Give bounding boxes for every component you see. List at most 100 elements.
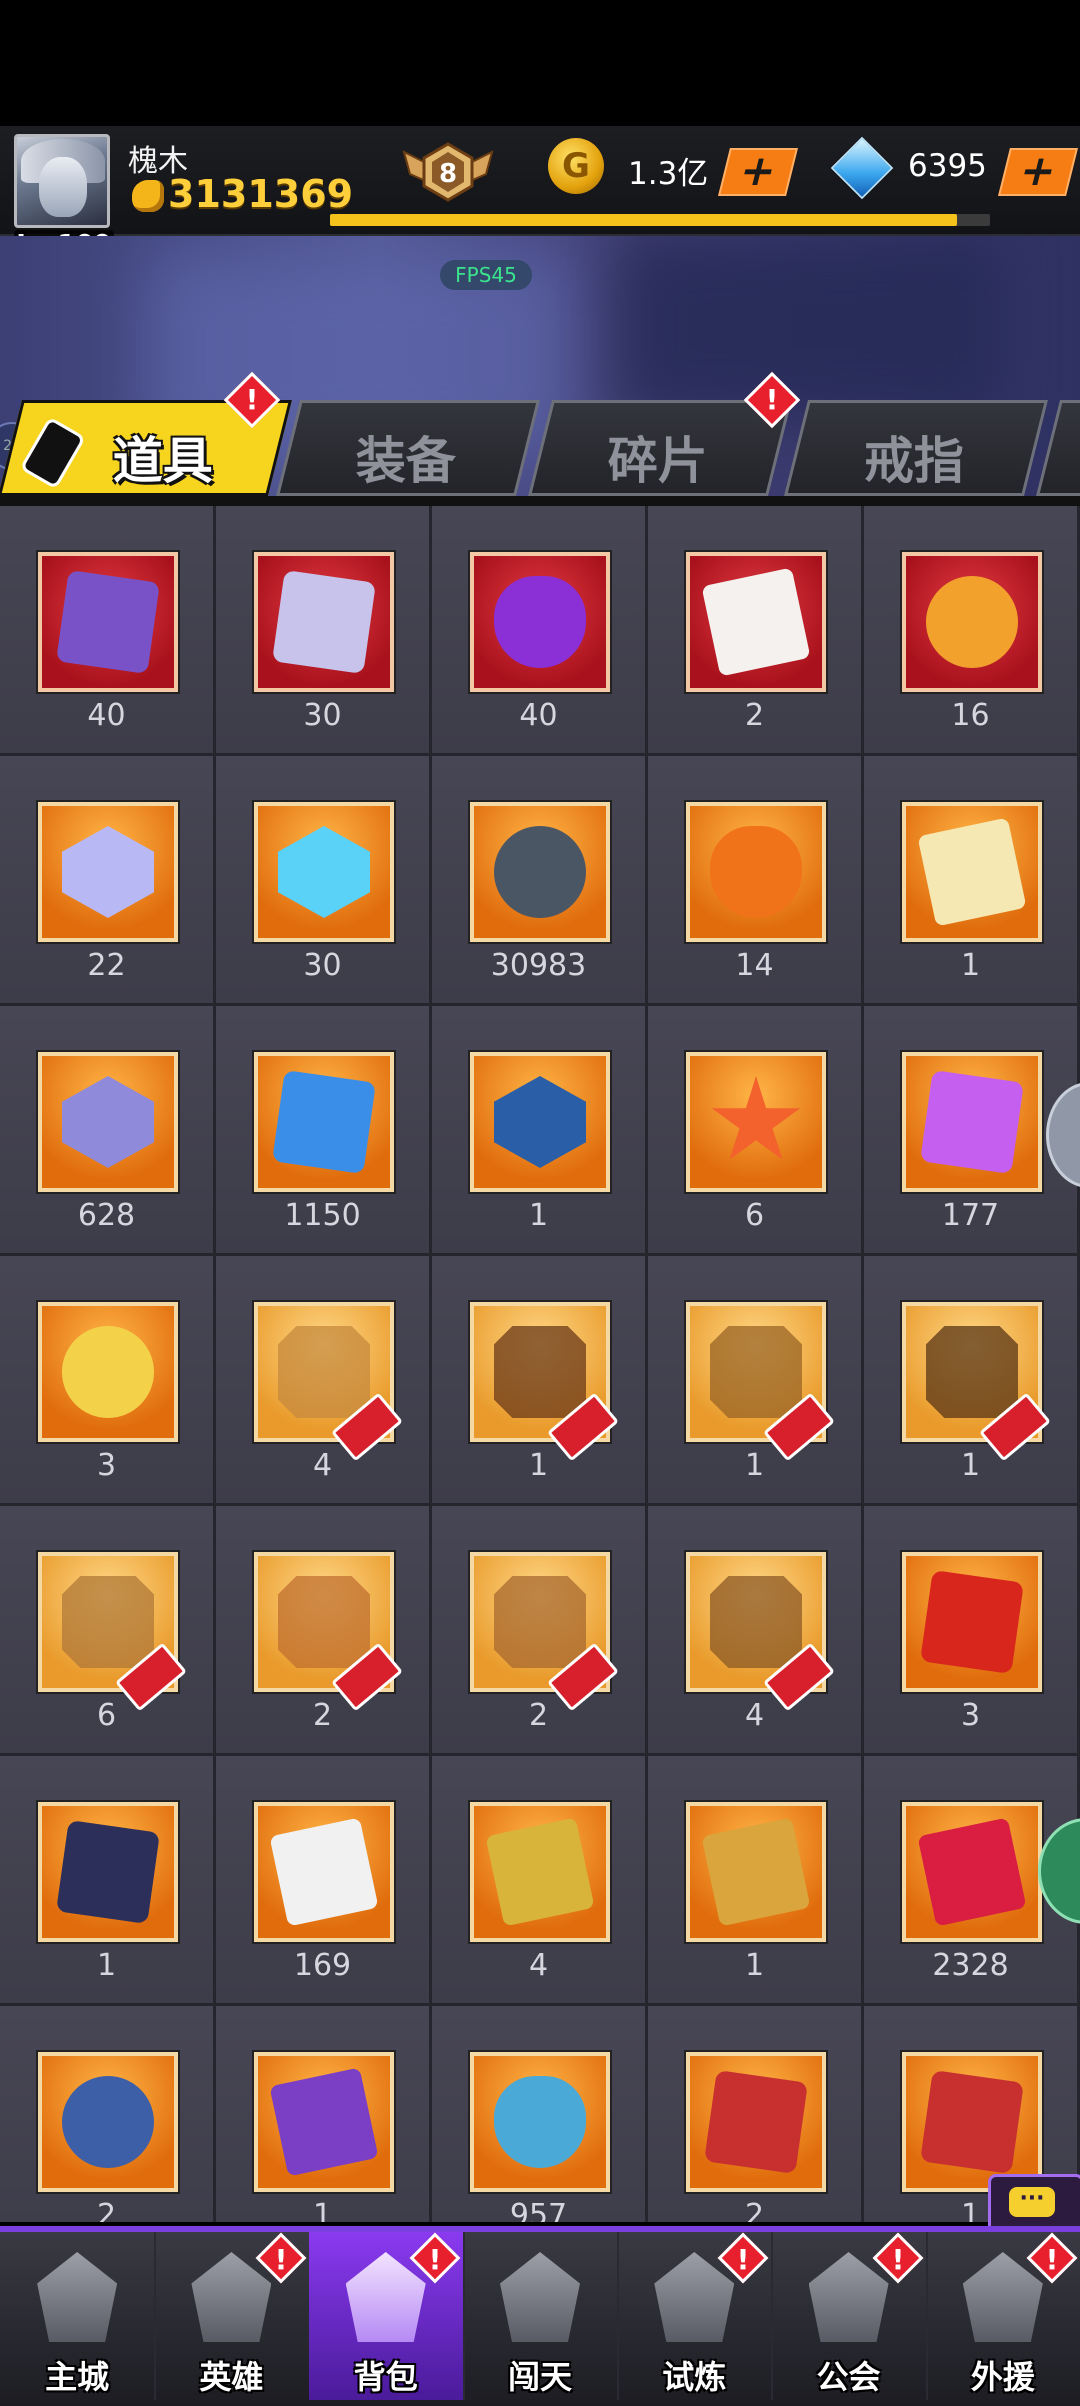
- city-icon: [37, 2252, 118, 2342]
- nav-item-guild[interactable]: 公会!: [771, 2232, 928, 2400]
- burst-fragment-icon: [278, 1576, 370, 1668]
- tab-equipment[interactable]: 装备: [276, 400, 540, 496]
- item-count: 957: [509, 2198, 568, 2222]
- item-count: 169: [293, 1948, 352, 1983]
- gold-map-icon: [701, 1817, 811, 1927]
- figure-fragment-icon: [710, 1576, 802, 1668]
- fist-power-icon: [132, 180, 164, 212]
- item-count: 177: [941, 1198, 1000, 1233]
- item-frame: [38, 1052, 178, 1192]
- item-frame: [470, 552, 610, 692]
- orange-potion-icon: [710, 826, 802, 918]
- item-count: 14: [735, 948, 774, 983]
- item-frame: [686, 1552, 835, 1712]
- stamina-ticket-icon: [917, 817, 1027, 927]
- diamond-amount: 6395: [908, 148, 987, 184]
- inventory-slot[interactable]: 1150: [216, 1006, 432, 1256]
- ring-icon: [494, 826, 586, 918]
- inventory-slot[interactable]: 1: [864, 1256, 1080, 1506]
- inventory-slot[interactable]: 40: [432, 506, 648, 756]
- inventory-slot[interactable]: 1: [648, 1756, 864, 2006]
- item-frame: [902, 2052, 1042, 2192]
- inventory-slot[interactable]: 2: [432, 1506, 648, 1756]
- inventory-grid[interactable]: 40 30 40 2 16 22 30 30983 14 1 628 1150 1 6 177 3 4 1 1 1 6 2…: [0, 506, 1080, 2222]
- inventory-slot[interactable]: 6: [648, 1006, 864, 1256]
- item-frame: [470, 1052, 610, 1192]
- add-gold-button[interactable]: +: [718, 146, 798, 196]
- inventory-slot[interactable]: 40: [0, 506, 216, 756]
- item-count: 1: [528, 1448, 549, 1483]
- item-count: 4: [528, 1948, 549, 1983]
- add-diamond-button[interactable]: +: [998, 146, 1078, 196]
- item-frame: [686, 1802, 826, 1942]
- item-frame: [470, 802, 610, 942]
- item-frame: [470, 1552, 619, 1712]
- ant-fragment-icon: [926, 1326, 1018, 1418]
- red-event-ticket-icon: [917, 1817, 1027, 1927]
- inventory-slot[interactable]: 16: [864, 506, 1080, 756]
- inventory-slot[interactable]: 2: [216, 1506, 432, 1756]
- inventory-slot[interactable]: 4: [216, 1256, 432, 1506]
- inventory-slot[interactable]: 1: [432, 1256, 648, 1506]
- inventory-slot[interactable]: 169: [216, 1756, 432, 2006]
- inventory-slot[interactable]: 2: [648, 2006, 864, 2222]
- tab-label: 戒指: [863, 432, 964, 490]
- inventory-slot[interactable]: 6: [0, 1506, 216, 1756]
- nav-label: 公会: [816, 2358, 881, 2396]
- inventory-slot[interactable]: 2: [0, 2006, 216, 2222]
- inventory-slot[interactable]: 628: [0, 1006, 216, 1256]
- alert-mark: !: [737, 2243, 750, 2276]
- avatar-face-shape: [39, 157, 87, 217]
- inventory-slot[interactable]: 30983: [432, 756, 648, 1006]
- nav-item-city[interactable]: 主城: [0, 2232, 157, 2400]
- item-count: 2: [744, 2198, 765, 2222]
- nav-label: 主城: [45, 2358, 110, 2396]
- inventory-slot[interactable]: 22: [0, 756, 216, 1006]
- item-frame: [902, 1552, 1042, 1692]
- nav-item-hero[interactable]: 英雄!: [154, 2232, 311, 2400]
- gold-card-icon: [485, 1817, 595, 1927]
- nav-label: 试炼: [662, 2358, 727, 2396]
- guild-icon: [808, 2252, 889, 2342]
- vip-rank-badge[interactable]: 8: [398, 138, 498, 208]
- inventory-slot[interactable]: 1: [864, 756, 1080, 1006]
- inventory-slot[interactable]: 4: [648, 1506, 864, 1756]
- gold-compass-icon: [62, 1326, 154, 1418]
- item-count: 40: [519, 698, 558, 733]
- crystal-crown-icon: [62, 826, 154, 918]
- nav-item-trial[interactable]: 试炼!: [617, 2232, 774, 2400]
- item-count: 2328: [932, 1948, 1009, 1983]
- inventory-slot[interactable]: 957: [432, 2006, 648, 2222]
- inventory-slot[interactable]: 3: [0, 1256, 216, 1506]
- inventory-slot[interactable]: 3: [864, 1506, 1080, 1756]
- inventory-slot[interactable]: 4: [432, 1756, 648, 2006]
- inventory-slot[interactable]: 1: [648, 1256, 864, 1506]
- item-frame: [254, 1552, 403, 1712]
- inventory-slot[interactable]: 14: [648, 756, 864, 1006]
- compass-icon: [926, 576, 1018, 668]
- inventory-slot[interactable]: 1: [0, 1756, 216, 2006]
- inventory-slot[interactable]: 30: [216, 506, 432, 756]
- nav-item-support[interactable]: 外援!: [926, 2232, 1080, 2400]
- tab-label: 碎片: [607, 432, 708, 490]
- item-count: 30983: [490, 948, 587, 983]
- gold-amount: 1.3亿: [628, 156, 709, 192]
- item-frame: [902, 1052, 1042, 1192]
- nav-item-backpack[interactable]: 背包!: [308, 2232, 465, 2400]
- fist-fragment-icon: [494, 1576, 586, 1668]
- fire-cube-icon: [920, 1570, 1024, 1674]
- item-count: 4: [312, 1448, 333, 1483]
- diamond-icon: [830, 136, 894, 200]
- tab-divider: [0, 496, 1080, 506]
- inventory-slot[interactable]: 1: [216, 2006, 432, 2222]
- tab-fragments[interactable]: 碎片: [528, 400, 792, 496]
- item-count: 4: [744, 1698, 765, 1733]
- item-count: 22: [87, 948, 126, 983]
- inventory-slot[interactable]: 2: [648, 506, 864, 756]
- trial-icon: [654, 2252, 735, 2342]
- inventory-slot[interactable]: 30: [216, 756, 432, 1006]
- nav-item-eagle[interactable]: 闯天: [463, 2232, 620, 2400]
- player-avatar[interactable]: [14, 134, 110, 228]
- tab-rings[interactable]: 戒指: [784, 400, 1048, 496]
- inventory-slot[interactable]: 1: [432, 1006, 648, 1256]
